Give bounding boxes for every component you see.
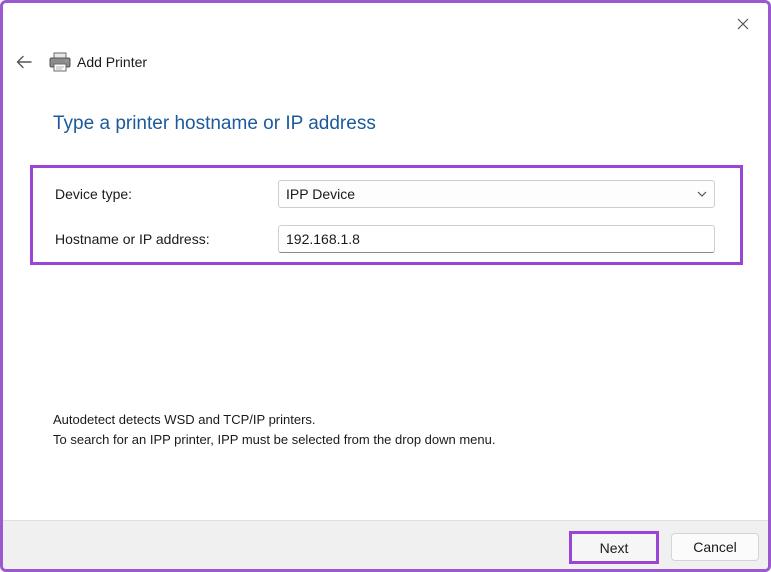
back-button[interactable] bbox=[11, 49, 37, 75]
next-button[interactable]: Next bbox=[574, 535, 654, 560]
back-arrow-icon bbox=[16, 55, 32, 69]
info-line-1: Autodetect detects WSD and TCP/IP printe… bbox=[53, 412, 316, 427]
page-title: Type a printer hostname or IP address bbox=[53, 113, 376, 134]
printer-icon bbox=[49, 52, 71, 72]
add-printer-window: Add Printer Type a printer hostname or I… bbox=[0, 0, 771, 572]
footer-bar: Next Cancel bbox=[3, 520, 768, 569]
device-type-select[interactable]: IPP Device bbox=[278, 180, 715, 208]
window-header: Add Printer bbox=[11, 47, 147, 77]
info-text: Autodetect detects WSD and TCP/IP printe… bbox=[53, 410, 495, 450]
device-type-value: IPP Device bbox=[286, 186, 355, 202]
info-line-2: To search for an IPP printer, IPP must b… bbox=[53, 432, 496, 447]
close-icon bbox=[737, 18, 749, 30]
next-button-highlight: Next bbox=[569, 531, 659, 564]
window-title: Add Printer bbox=[77, 54, 148, 70]
cancel-button[interactable]: Cancel bbox=[671, 533, 759, 561]
close-button[interactable] bbox=[728, 11, 758, 37]
hostname-input[interactable] bbox=[278, 225, 715, 253]
chevron-down-icon bbox=[697, 191, 707, 197]
hostname-label: Hostname or IP address: bbox=[55, 231, 210, 247]
device-type-label: Device type: bbox=[55, 186, 133, 202]
printer-fields-group: Device type: IPP Device Hostname or IP a… bbox=[30, 165, 743, 265]
